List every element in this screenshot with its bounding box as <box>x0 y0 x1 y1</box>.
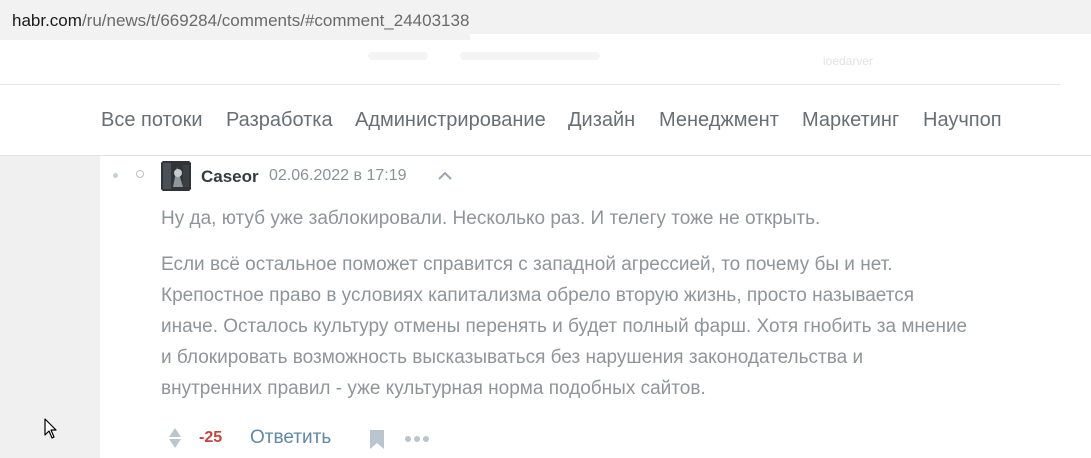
comment-line: и блокировать возможность высказываться … <box>161 347 864 368</box>
comment-date[interactable]: 02.06.2022 в 17:19 <box>269 167 407 185</box>
reply-link[interactable]: Ответить <box>250 427 331 449</box>
url-host: habr.com <box>12 11 82 30</box>
chevron-up-icon[interactable] <box>435 167 455 183</box>
more-dots-icon[interactable] <box>404 435 430 443</box>
comment-line: внутренних правил - уже культурная норма… <box>161 378 706 399</box>
mouse-pointer-icon <box>44 418 57 439</box>
comment-paragraph-2: Если всё остальное поможет справится с з… <box>161 249 1061 404</box>
vote-arrows-icon[interactable] <box>167 427 183 449</box>
comment-paragraph-1: Ну да, ютуб уже заблокировали. Несколько… <box>161 208 821 229</box>
comment-score: -25 <box>199 429 223 446</box>
comment-line: Крепостное право в условиях капитализма … <box>161 285 915 306</box>
nav-item-administration[interactable]: Администрирование <box>355 109 546 132</box>
ghost-bar <box>460 52 600 60</box>
flows-navigation: Все потоки Разработка Администрирование … <box>0 85 1091 155</box>
browser-address-bar[interactable]: habr.com/ru/news/t/669284/comments/#comm… <box>0 0 1091 44</box>
url-text[interactable]: habr.com/ru/news/t/669284/comments/#comm… <box>12 11 469 31</box>
avatar[interactable] <box>161 161 191 191</box>
url-path: /ru/news/t/669284/comments/#comment_2440… <box>81 11 470 30</box>
nav-item-development[interactable]: Разработка <box>226 109 333 132</box>
thread-ring-icon <box>136 170 144 178</box>
page-gutter <box>0 156 100 458</box>
comment-author[interactable]: Caseor <box>201 167 259 187</box>
site-header-faded: ioedarver <box>0 40 1091 84</box>
nav-item-management[interactable]: Менеджмент <box>659 109 779 132</box>
comment-line: Если всё остальное поможет справится с з… <box>161 254 893 275</box>
comment-line: иначе. Осталось культуру отмены перенять… <box>161 316 968 337</box>
bookmark-icon[interactable] <box>369 429 385 450</box>
faded-header-text: ioedarver <box>823 54 874 68</box>
thread-dot-icon <box>113 173 118 178</box>
nav-item-design[interactable]: Дизайн <box>568 109 635 132</box>
nav-item-popsci[interactable]: Научпоп <box>923 109 1002 132</box>
avatar-image <box>161 161 191 191</box>
nav-item-marketing[interactable]: Маркетинг <box>802 109 899 132</box>
ghost-bar <box>368 52 428 60</box>
nav-item-all-flows[interactable]: Все потоки <box>101 109 203 132</box>
